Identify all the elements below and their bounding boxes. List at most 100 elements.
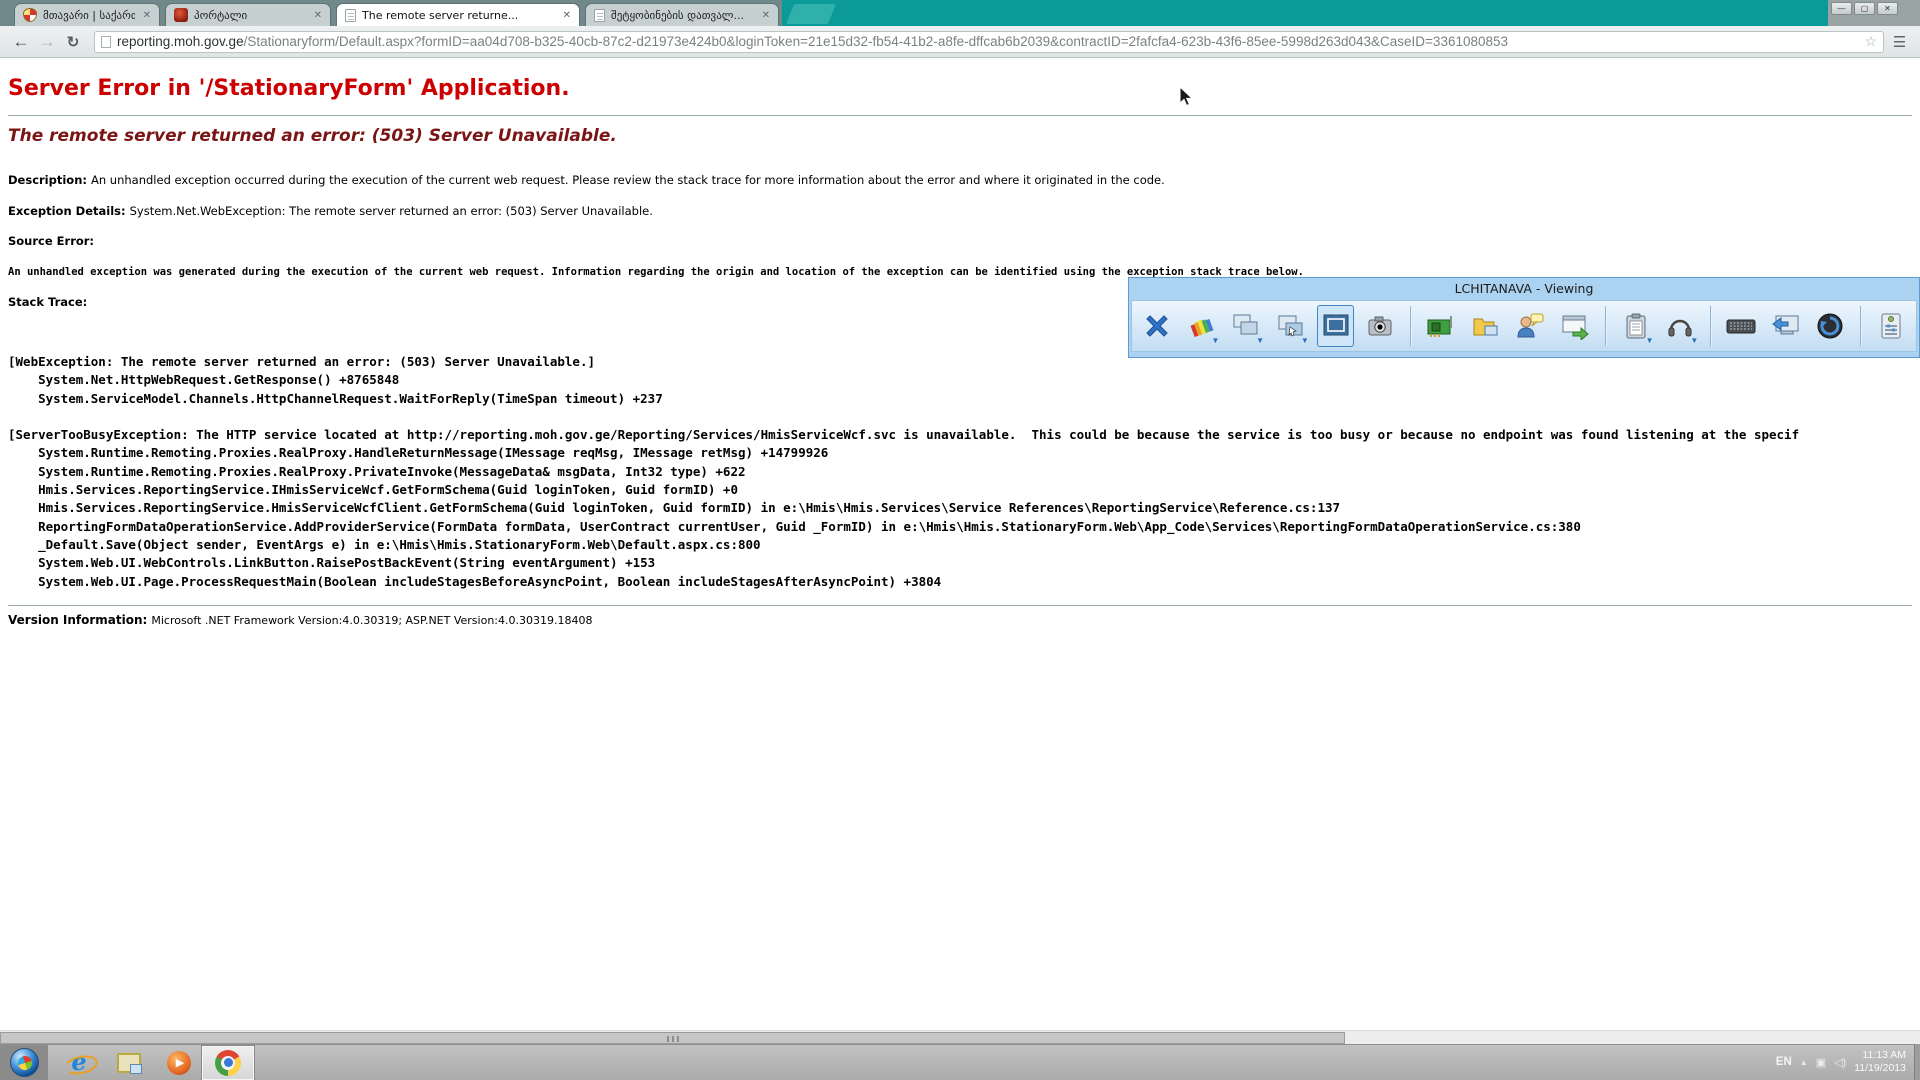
system-tray: EN ▲ ▣ ◁) 11:13 AM 11/19/2013 xyxy=(1776,1044,1914,1080)
minimize-button[interactable]: — xyxy=(1831,2,1852,15)
blank-page-favicon xyxy=(345,9,356,22)
browser-toolbar: ← → ↻ reporting.moh.gov.ge/Stationaryfor… xyxy=(0,26,1920,58)
screenshot-button[interactable] xyxy=(1361,305,1399,347)
stack-trace-label: Stack Trace: xyxy=(8,295,91,309)
clock-date: 11/19/2013 xyxy=(1854,1062,1906,1075)
scrollbar-thumb[interactable] xyxy=(0,1032,1345,1044)
blank-page-favicon xyxy=(594,9,605,22)
chrome-menu-icon[interactable]: ☰ xyxy=(1884,33,1914,51)
description-label: Description: xyxy=(8,173,91,187)
taskbar-item-remote-app[interactable] xyxy=(108,1045,150,1080)
viewer-icon-row: ▼ ▼ ▼ xyxy=(1131,300,1917,352)
toolbar-separator xyxy=(1410,306,1411,346)
dropdown-arrow-icon: ▼ xyxy=(1256,336,1264,345)
tab-close-icon[interactable]: ✕ xyxy=(312,10,324,21)
dropdown-arrow-icon: ▼ xyxy=(1301,336,1309,345)
forward-icon[interactable]: → xyxy=(34,32,60,52)
audio-button[interactable]: ▼ xyxy=(1662,305,1700,347)
chat-button[interactable] xyxy=(1512,305,1550,347)
send-message-button[interactable] xyxy=(1556,305,1594,347)
tab-title: პორტალი xyxy=(194,9,306,22)
window-controls: — ▢ ✕ xyxy=(1831,2,1898,15)
tab-title: მთავარი | საქართველ... xyxy=(43,9,135,22)
send-message-icon xyxy=(1560,312,1590,340)
disconnect-button[interactable] xyxy=(1138,305,1176,347)
camera-icon xyxy=(1366,312,1394,340)
bookmark-star-icon[interactable]: ☆ xyxy=(1864,33,1877,50)
tab-close-icon[interactable]: ✕ xyxy=(561,10,573,21)
display-tray-icon[interactable]: ▣ xyxy=(1816,1056,1826,1069)
clipboard-button[interactable]: ▼ xyxy=(1617,305,1655,347)
send-keys-button[interactable] xyxy=(1767,305,1805,347)
tab-close-icon[interactable]: ✕ xyxy=(141,10,153,21)
divider xyxy=(8,115,1912,116)
taskbar: e ▶ xyxy=(0,1044,1920,1080)
reconnect-icon xyxy=(1816,312,1844,340)
exception-line: Exception Details:System.Net.WebExceptio… xyxy=(8,204,1912,218)
back-icon[interactable]: ← xyxy=(8,32,34,52)
horizontal-scrollbar[interactable] xyxy=(0,1030,1920,1044)
tab-shetyobinebis[interactable]: შეტყობინების დათვალ... ✕ xyxy=(585,3,779,26)
toolbar-separator xyxy=(1860,306,1861,346)
taskbar-item-chrome-active[interactable] xyxy=(202,1046,254,1080)
hardware-info-button[interactable] xyxy=(1422,305,1460,347)
stretch-mode-button[interactable]: ▼ xyxy=(1272,305,1310,347)
language-indicator[interactable]: EN xyxy=(1776,1056,1792,1068)
maximize-button[interactable]: ▢ xyxy=(1854,2,1875,15)
version-text: Microsoft .NET Framework Version:4.0.303… xyxy=(151,614,592,627)
url-text[interactable]: reporting.moh.gov.ge/Stationaryform/Defa… xyxy=(117,34,1858,49)
exception-label: Exception Details: xyxy=(8,204,130,218)
chrome-icon xyxy=(215,1050,241,1076)
tab-title: The remote server returne... xyxy=(362,9,555,22)
desktop-screen: მთავარი | საქართველ... ✕ პორტალი ✕ The r… xyxy=(0,0,1920,1080)
tab-close-icon[interactable]: ✕ xyxy=(760,10,772,21)
volume-tray-icon[interactable]: ◁) xyxy=(1834,1056,1846,1069)
url-bar[interactable]: reporting.moh.gov.ge/Stationaryform/Defa… xyxy=(94,31,1884,53)
url-host: reporting.moh.gov.ge xyxy=(117,34,244,49)
start-button[interactable] xyxy=(0,1045,48,1080)
show-desktop-button[interactable] xyxy=(1914,1044,1920,1080)
keyboard-icon xyxy=(1725,312,1757,340)
tray-expand-icon[interactable]: ▲ xyxy=(1800,1058,1808,1067)
taskbar-item-internet-explorer[interactable]: e xyxy=(58,1045,100,1080)
settings-icon xyxy=(1879,312,1903,340)
app-window-icon xyxy=(117,1053,141,1073)
color-quality-button[interactable]: ▼ xyxy=(1183,305,1221,347)
keyboard-button[interactable] xyxy=(1722,305,1760,347)
fullscreen-button[interactable] xyxy=(1317,305,1355,347)
georgia-emblem-favicon xyxy=(23,8,37,22)
dropdown-arrow-icon: ▼ xyxy=(1211,336,1219,345)
page-title: Server Error in '/StationaryForm' Applic… xyxy=(8,76,1912,101)
reconnect-button[interactable] xyxy=(1812,305,1850,347)
internet-explorer-icon: e xyxy=(66,1050,92,1076)
close-button[interactable]: ✕ xyxy=(1877,2,1898,15)
tab-portali[interactable]: პორტალი ✕ xyxy=(165,3,331,26)
error-subtitle: The remote server returned an error: (50… xyxy=(8,126,1912,146)
toolbar-separator xyxy=(1605,306,1606,346)
new-tab-button[interactable] xyxy=(786,4,836,24)
tab-remote-server-error[interactable]: The remote server returne... ✕ xyxy=(336,3,580,26)
chat-icon xyxy=(1515,312,1545,340)
taskbar-item-media-player[interactable]: ▶ xyxy=(158,1045,200,1080)
media-player-icon: ▶ xyxy=(167,1051,191,1075)
tab-mtavari[interactable]: მთავარი | საქართველ... ✕ xyxy=(14,3,160,26)
exception-text: System.Net.WebException: The remote serv… xyxy=(130,204,653,218)
dropdown-arrow-icon: ▼ xyxy=(1690,336,1698,345)
browser-tab-strip: მთავარი | საქართველ... ✕ პორტალი ✕ The r… xyxy=(0,0,1920,26)
reload-icon[interactable]: ↻ xyxy=(60,33,86,51)
version-line: Version Information:Microsoft .NET Frame… xyxy=(8,613,1912,627)
stack-trace: [WebException: The remote server returne… xyxy=(8,353,1920,591)
toolbar-separator xyxy=(1710,306,1711,346)
description-text: An unhandled exception occurred during t… xyxy=(91,173,1165,187)
settings-button[interactable] xyxy=(1872,305,1910,347)
clock[interactable]: 11:13 AM 11/19/2013 xyxy=(1854,1049,1914,1075)
file-transfer-button[interactable] xyxy=(1467,305,1505,347)
divider xyxy=(8,605,1912,606)
window-mode-button[interactable]: ▼ xyxy=(1227,305,1265,347)
remote-viewer-toolbar: LCHITANAVA - Viewing ▼ ▼ xyxy=(1128,277,1920,358)
hardware-icon xyxy=(1426,312,1456,340)
mouse-cursor xyxy=(1178,86,1198,108)
scrollbar-grip xyxy=(667,1036,679,1042)
version-label: Version Information: xyxy=(8,613,151,627)
file-transfer-icon xyxy=(1471,312,1501,340)
